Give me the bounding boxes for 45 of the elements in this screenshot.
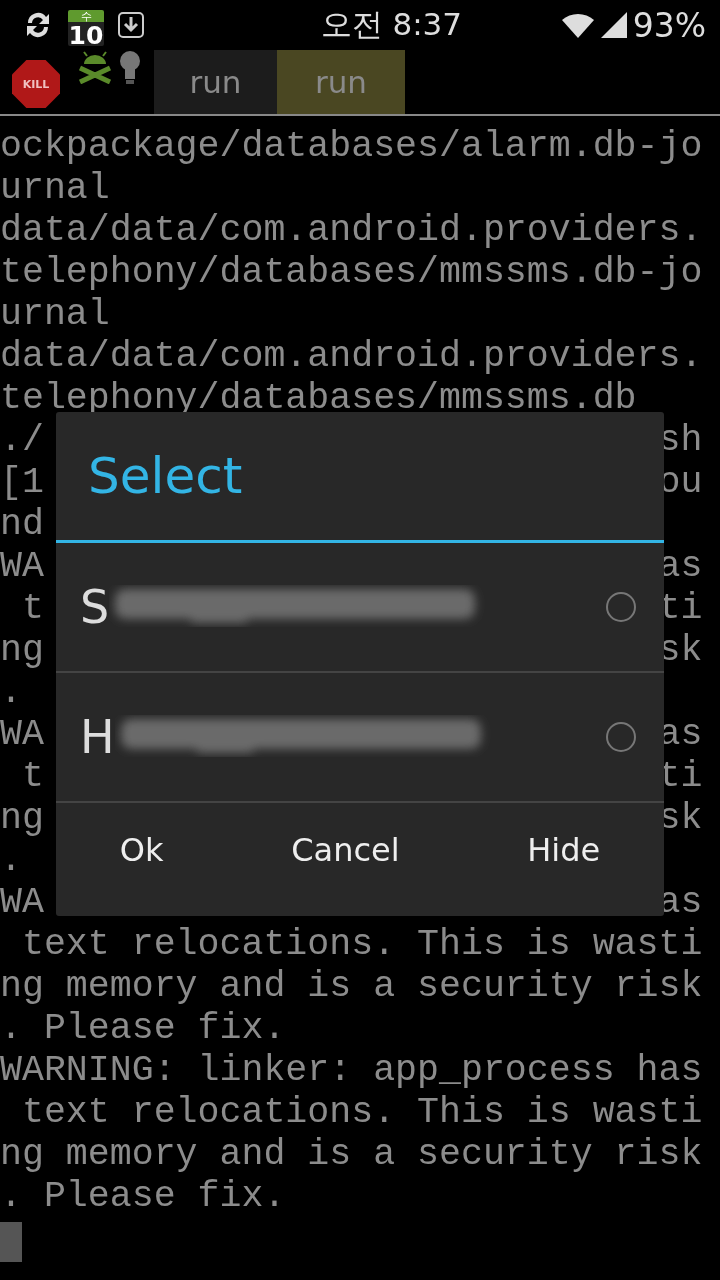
option-label: H xyxy=(80,710,115,764)
terminal-text: [1 xyxy=(0,462,44,504)
terminal-text: nd xyxy=(0,504,44,546)
terminal-text: urnal xyxy=(0,294,110,336)
terminal-text: urnal xyxy=(0,168,110,210)
terminal-text: data/data/com.android.providers. xyxy=(0,336,703,378)
terminal-text: . xyxy=(0,840,22,882)
terminal-text: WARNING: linker: app_process has xyxy=(0,1050,703,1092)
radio-button[interactable] xyxy=(606,592,636,622)
terminal-text: t xyxy=(20,756,44,798)
terminal-text: ng memory and is a security risk xyxy=(0,966,703,1008)
weekday-label: 수 xyxy=(80,10,92,23)
terminal-text: . Please fix. xyxy=(0,1176,286,1218)
dialog-button[interactable]: Ok xyxy=(99,821,184,879)
battery-percent: 93% xyxy=(632,5,706,45)
clock-time: 오전 8:37 xyxy=(319,5,464,44)
terminal-text: . xyxy=(0,672,22,714)
terminal-text: ./ xyxy=(0,420,44,462)
cursor-block xyxy=(0,1222,22,1262)
dialog-title: Select xyxy=(56,412,664,543)
terminal-text: WA xyxy=(0,546,44,588)
terminal-text: text relocations. This is wasti xyxy=(20,924,703,966)
option-row[interactable]: H xyxy=(56,673,664,803)
terminal-text: WA xyxy=(0,714,44,756)
option-label: S xyxy=(80,580,110,634)
terminal-text: telephony/databases/mmssms.db-jo xyxy=(0,252,703,294)
terminal-text: ng xyxy=(0,798,44,840)
download-icon xyxy=(118,12,144,38)
option-row[interactable]: S xyxy=(56,543,664,673)
terminal-text: data/data/com.android.providers. xyxy=(0,210,703,252)
day-label: 10 xyxy=(68,23,104,48)
kill-button[interactable]: KILL xyxy=(12,60,60,108)
terminal-text: WA xyxy=(0,882,44,924)
dialog-button[interactable]: Hide xyxy=(507,821,621,879)
terminal-text: ng memory and is a security risk xyxy=(0,1134,703,1176)
radio-button[interactable] xyxy=(606,722,636,752)
tab[interactable]: run xyxy=(154,50,277,114)
terminal-text: ng xyxy=(0,630,44,672)
terminal-text: ockpackage/databases/alarm.db-jo xyxy=(0,126,703,168)
android-skull-icon xyxy=(78,50,112,84)
terminal-text: . Please fix. xyxy=(0,1008,286,1050)
terminal-text: t xyxy=(20,588,44,630)
lightbulb-icon xyxy=(118,50,142,86)
dialog-button[interactable]: Cancel xyxy=(271,821,420,879)
terminal-text: text relocations. This is wasti xyxy=(20,1092,703,1134)
